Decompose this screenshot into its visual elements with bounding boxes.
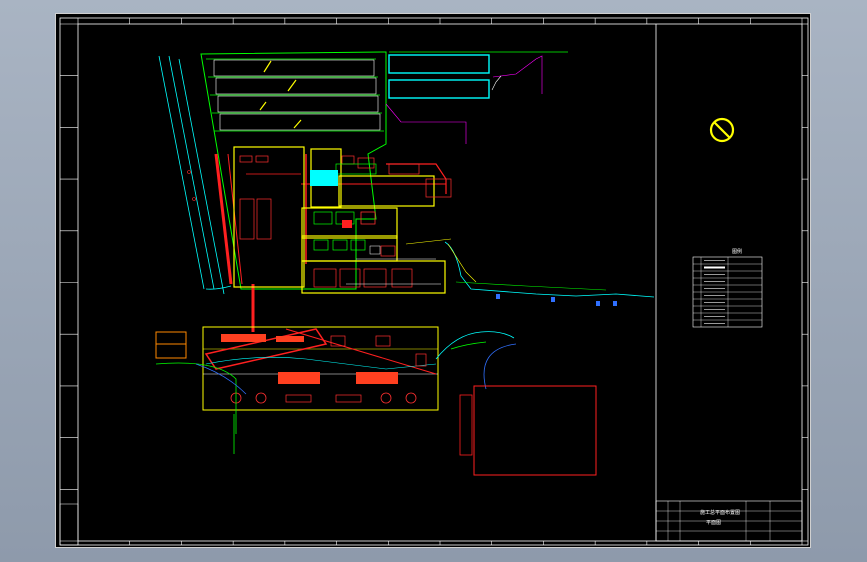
access-curves bbox=[155, 331, 517, 454]
inner-frame bbox=[77, 23, 803, 542]
cad-drawing: 图例 施工总平面布置图 平面图 bbox=[59, 17, 809, 546]
title-block: 施工总平面布置图 平面图 bbox=[655, 500, 803, 542]
left-stub bbox=[59, 503, 79, 546]
drawing-sheet: 图例 施工总平面布置图 平面图 bbox=[55, 13, 811, 548]
dock-cranes bbox=[221, 334, 398, 384]
title-block-drawing-no: 平面图 bbox=[706, 520, 721, 526]
storage-yard bbox=[473, 385, 597, 476]
no-entry-circle-icon bbox=[709, 117, 735, 143]
outfall-lines bbox=[405, 238, 655, 298]
title-block-project: 施工总平面布置图 bbox=[700, 509, 740, 516]
access-road-cyan bbox=[158, 55, 232, 295]
process-buildings bbox=[233, 146, 446, 294]
border-ticks bbox=[60, 18, 808, 545]
outer-frame bbox=[59, 17, 809, 546]
site-plan bbox=[155, 51, 655, 476]
legend-title: 图例 bbox=[732, 248, 742, 255]
cyan-tank bbox=[310, 170, 338, 186]
top-right-basins bbox=[385, 51, 568, 144]
legend-table: 图例 bbox=[692, 248, 763, 328]
